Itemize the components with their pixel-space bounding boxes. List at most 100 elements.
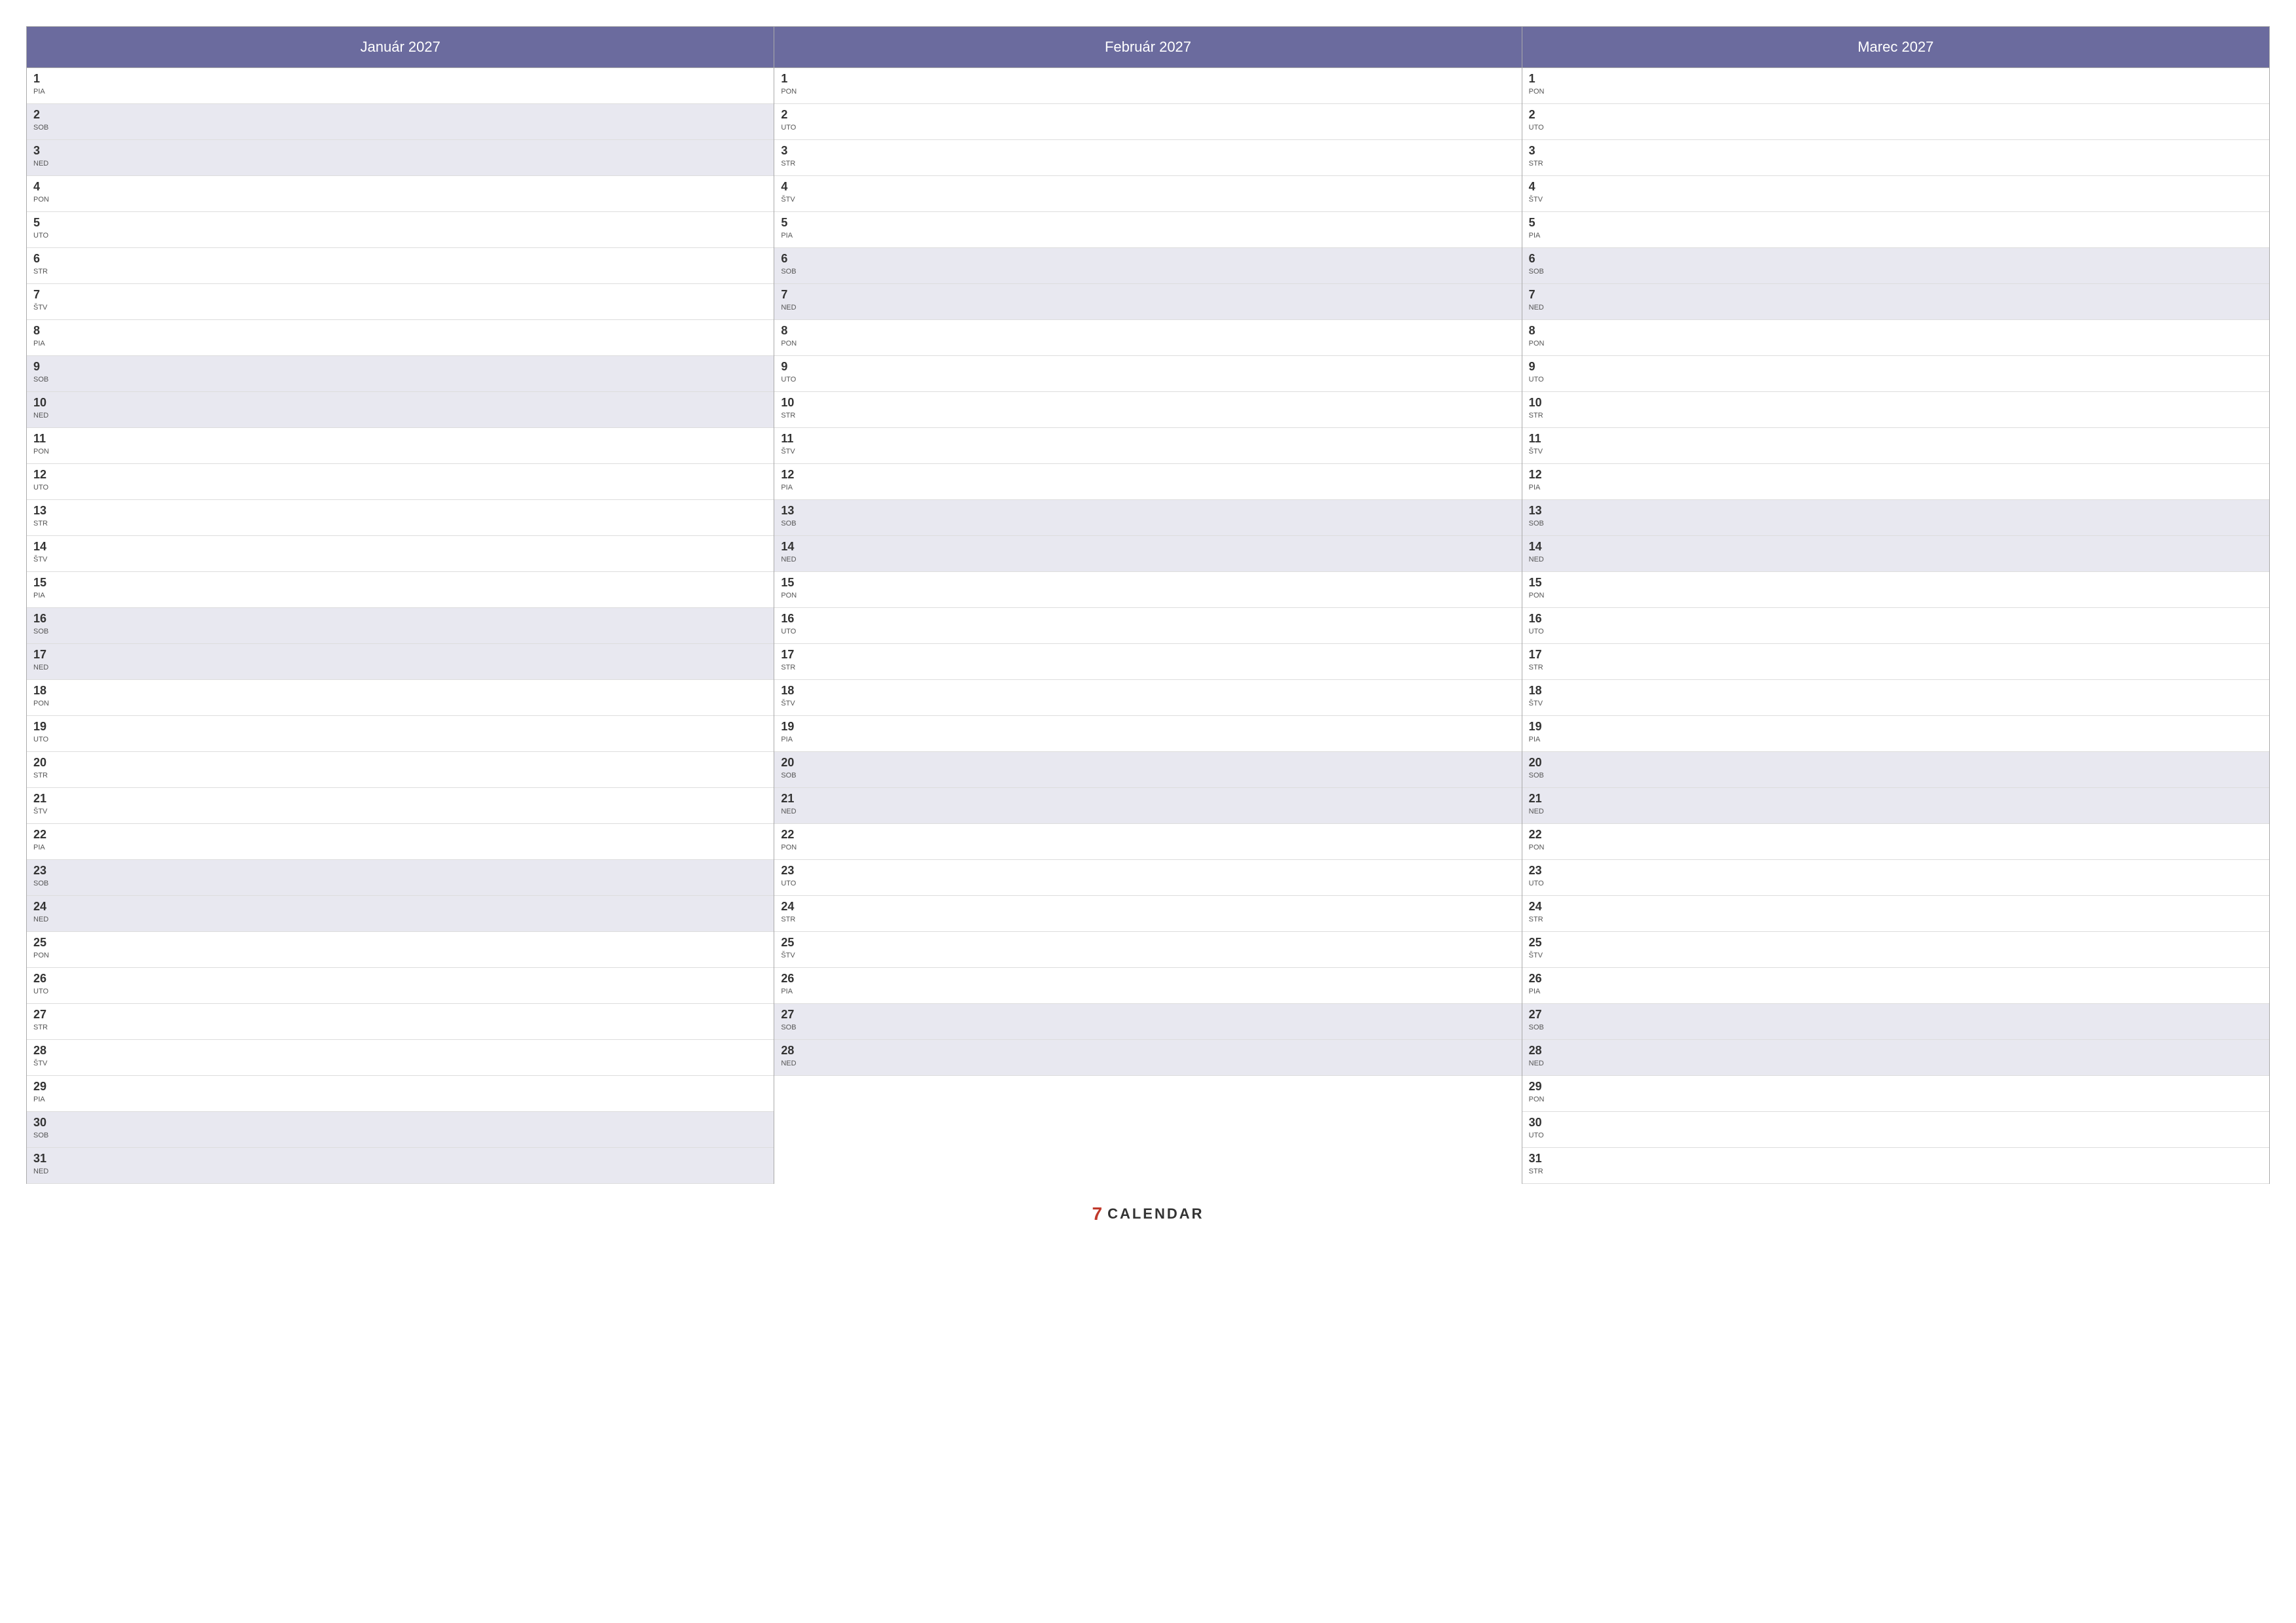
day-row: 13SOB	[1522, 500, 2269, 536]
page: Január 20271PIA2SOB3NED4PON5UTO6STR7ŠTV8…	[0, 0, 2296, 1623]
day-info: 21ŠTV	[33, 792, 53, 816]
day-name: SOB	[33, 626, 53, 636]
day-row: 17NED	[27, 644, 774, 680]
day-number: 10	[781, 396, 800, 410]
day-number: 8	[33, 324, 53, 338]
day-name: PON	[1529, 590, 1549, 600]
day-info: 25ŠTV	[1529, 936, 1549, 960]
day-row: 19PIA	[774, 716, 1521, 752]
day-info: 7NED	[1529, 288, 1549, 312]
day-row: 4ŠTV	[1522, 176, 2269, 212]
day-info: 17STR	[781, 648, 800, 672]
day-row: 7ŠTV	[27, 284, 774, 320]
day-name: ŠTV	[1529, 446, 1549, 456]
day-name: NED	[33, 662, 53, 672]
day-name: PIA	[33, 338, 53, 348]
day-info: 10STR	[781, 396, 800, 420]
day-info: 5PIA	[1529, 216, 1549, 240]
day-name: UTO	[1529, 1130, 1549, 1140]
day-number: 11	[33, 432, 53, 446]
day-row: 26UTO	[27, 968, 774, 1004]
day-number: 13	[33, 504, 53, 518]
day-info: 20SOB	[1529, 756, 1549, 780]
day-info: 16SOB	[33, 612, 53, 636]
day-number: 26	[781, 972, 800, 986]
day-name: PON	[781, 590, 800, 600]
day-info: 3STR	[781, 144, 800, 168]
day-info: 9UTO	[781, 360, 800, 384]
day-info: 23SOB	[33, 864, 53, 888]
day-info: 12UTO	[33, 468, 53, 492]
day-name: PON	[33, 194, 53, 204]
day-info: 24NED	[33, 900, 53, 924]
day-row: 17STR	[774, 644, 1521, 680]
day-name: ŠTV	[33, 302, 53, 312]
day-name: UTO	[1529, 626, 1549, 636]
day-number: 3	[33, 144, 53, 158]
day-info: 3NED	[33, 144, 53, 168]
day-info: 14ŠTV	[33, 540, 53, 564]
day-info: 27STR	[33, 1008, 53, 1032]
day-name: STR	[781, 914, 800, 924]
day-row: 7NED	[774, 284, 1521, 320]
day-number: 4	[781, 180, 800, 194]
day-info: 24STR	[781, 900, 800, 924]
day-info: 13STR	[33, 504, 53, 528]
day-name: UTO	[33, 734, 53, 744]
day-row: 15PIA	[27, 572, 774, 608]
day-name: NED	[1529, 1058, 1549, 1068]
day-row: 25PON	[27, 932, 774, 968]
day-row: 10STR	[1522, 392, 2269, 428]
day-row: 23SOB	[27, 860, 774, 896]
day-name: PIA	[781, 482, 800, 492]
day-info: 29PON	[1529, 1080, 1549, 1104]
day-info: 31NED	[33, 1152, 53, 1176]
day-row: 31NED	[27, 1148, 774, 1184]
day-info: 24STR	[1529, 900, 1549, 924]
day-name: PIA	[1529, 482, 1549, 492]
day-name: SOB	[781, 1022, 800, 1032]
day-name: UTO	[1529, 122, 1549, 132]
day-number: 18	[781, 684, 800, 698]
day-info: 20STR	[33, 756, 53, 780]
day-info: 8PON	[781, 324, 800, 348]
month-header-2: Február 2027	[774, 27, 1521, 68]
day-number: 13	[1529, 504, 1549, 518]
day-name: NED	[781, 554, 800, 564]
day-name: STR	[1529, 158, 1549, 168]
day-row: 26PIA	[1522, 968, 2269, 1004]
brand-icon: 7	[1092, 1204, 1102, 1224]
day-name: SOB	[781, 266, 800, 276]
day-row: 8PIA	[27, 320, 774, 356]
day-number: 19	[781, 720, 800, 734]
day-name: ŠTV	[781, 446, 800, 456]
day-info: 1PIA	[33, 72, 53, 96]
day-number: 5	[33, 216, 53, 230]
day-number: 26	[33, 972, 53, 986]
day-name: PON	[781, 338, 800, 348]
day-number: 12	[33, 468, 53, 482]
day-number: 20	[33, 756, 53, 770]
day-row: 22PON	[774, 824, 1521, 860]
day-row: 24NED	[27, 896, 774, 932]
day-number: 22	[33, 828, 53, 842]
day-info: 17STR	[1529, 648, 1549, 672]
day-row: 5PIA	[774, 212, 1521, 248]
day-name: PIA	[781, 986, 800, 996]
day-info: 11ŠTV	[1529, 432, 1549, 456]
day-name: SOB	[33, 1130, 53, 1140]
day-number: 18	[1529, 684, 1549, 698]
day-name: SOB	[781, 518, 800, 528]
day-info: 5PIA	[781, 216, 800, 240]
day-number: 16	[1529, 612, 1549, 626]
day-info: 21NED	[1529, 792, 1549, 816]
day-name: PIA	[33, 842, 53, 852]
day-info: 7NED	[781, 288, 800, 312]
day-info: 30SOB	[33, 1116, 53, 1140]
day-info: 18ŠTV	[781, 684, 800, 708]
month-column-1: Január 20271PIA2SOB3NED4PON5UTO6STR7ŠTV8…	[27, 27, 774, 1184]
day-info: 11ŠTV	[781, 432, 800, 456]
day-row: 23UTO	[774, 860, 1521, 896]
day-name: NED	[1529, 302, 1549, 312]
day-row: 31STR	[1522, 1148, 2269, 1184]
